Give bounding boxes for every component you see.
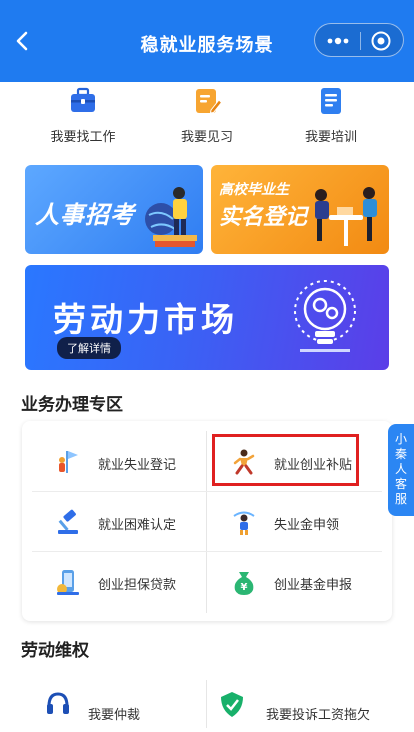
money-bag-icon: ¥ — [234, 572, 254, 595]
service-unemployment-benefit[interactable]: 失业金申领 — [208, 497, 378, 547]
gavel-icon — [58, 509, 78, 534]
service-startup-fund[interactable]: ¥ 创业基金申报 — [208, 557, 378, 607]
banner-text: 劳动力市场 — [53, 301, 238, 338]
quick-link-find-job[interactable]: 我要找工作 — [23, 86, 143, 145]
target-circle-icon[interactable] — [370, 30, 392, 52]
student-globe-illustration — [145, 187, 197, 247]
labor-rights-list: 我要仲裁 我要投诉工资拖欠 — [0, 676, 414, 728]
service-label: 失业金申领 — [274, 517, 340, 532]
service-label: 创业担保贷款 — [98, 577, 177, 592]
section-title-labor-rights: 劳动维权 — [21, 641, 89, 660]
quick-link-training[interactable]: 我要培训 — [271, 86, 391, 145]
book-icon — [321, 88, 341, 114]
cs-char: 小 — [394, 432, 407, 446]
quick-link-label: 我要培训 — [304, 129, 357, 144]
highlight-box — [212, 434, 359, 486]
top-nav-bar: 稳就业服务场景 — [0, 0, 414, 82]
service-label: 我要仲裁 — [88, 707, 141, 722]
service-guarantee-loan[interactable]: 创业担保贷款 — [32, 557, 202, 607]
cs-char: 人 — [394, 462, 407, 476]
cs-char: 客 — [394, 477, 407, 491]
banner-subtitle: 高校毕业生 — [219, 181, 289, 197]
quick-link-label: 我要找工作 — [50, 129, 116, 144]
service-label: 我要投诉工资拖欠 — [266, 707, 371, 722]
service-hardship-certification[interactable]: 就业困难认定 — [32, 497, 202, 547]
section-title-business: 业务办理专区 — [21, 395, 123, 414]
idea-bulb-gears-illustration — [294, 280, 356, 352]
grid-divider — [206, 431, 207, 613]
service-label: 就业失业登记 — [98, 457, 177, 472]
briefcase-icon — [71, 87, 95, 112]
flag-person-icon — [59, 451, 78, 473]
service-arbitration[interactable]: 我要仲裁 — [22, 682, 192, 732]
edit-note-icon — [196, 89, 222, 114]
mini-program-capsule — [314, 23, 404, 57]
grid-divider — [32, 551, 382, 552]
worker-icon — [233, 511, 255, 535]
quick-links: 我要找工作 我要见习 我要培训 — [0, 86, 414, 148]
service-employment-registration[interactable]: 就业失业登记 — [32, 437, 202, 487]
meeting-people-illustration — [315, 187, 377, 246]
quick-link-internship[interactable]: 我要见习 — [147, 86, 267, 145]
graduate-registration-banner[interactable]: 高校毕业生 实名登记 — [211, 165, 389, 254]
cs-char: 秦 — [394, 447, 407, 461]
learn-more-button[interactable]: 了解详情 — [57, 337, 121, 359]
shield-icon — [221, 692, 243, 717]
talent-exam-banner[interactable]: 人事招考 — [25, 165, 203, 254]
service-label: 创业基金申报 — [274, 577, 353, 592]
phone-coin-icon — [57, 570, 79, 595]
more-dots-icon[interactable] — [326, 33, 350, 49]
quick-link-label: 我要见习 — [180, 129, 233, 144]
capsule-divider — [360, 32, 361, 50]
grid-divider — [32, 491, 382, 492]
cs-char: 服 — [394, 492, 407, 506]
headset-icon — [47, 692, 69, 714]
labor-market-banner[interactable]: 劳动力市场 了解详情 — [25, 265, 389, 370]
svg-text:¥: ¥ — [241, 582, 248, 593]
banner-text: 人事招考 — [35, 202, 135, 229]
customer-service-tab[interactable]: 小 秦 人 客 服 — [388, 424, 414, 516]
banner-text: 实名登记 — [219, 204, 308, 229]
service-label: 就业困难认定 — [98, 517, 177, 532]
service-wage-complaint[interactable]: 我要投诉工资拖欠 — [196, 682, 370, 732]
